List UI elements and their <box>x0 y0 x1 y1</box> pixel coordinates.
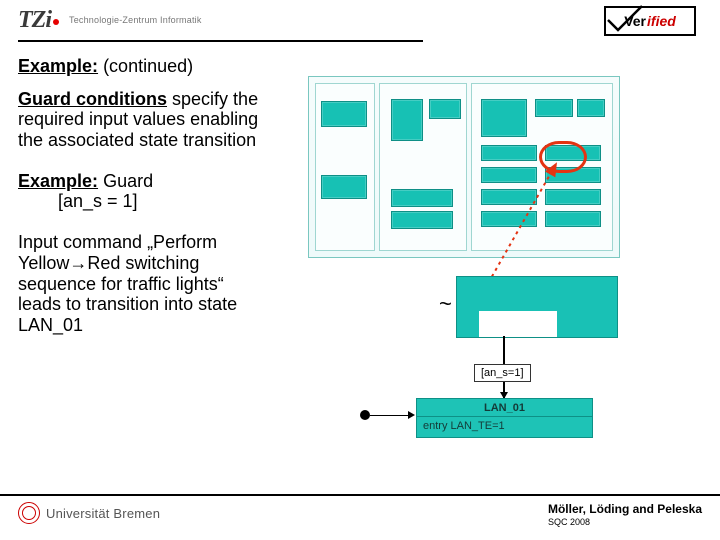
diagram-column: ~ [an_s=1] LAN_01 entry LAN_TE=1 <box>268 56 702 486</box>
example-guard-line: Example: Guard [an_s = 1] <box>18 171 268 212</box>
state-box <box>481 145 537 161</box>
logo-dot-icon <box>53 19 59 25</box>
state-box <box>391 99 423 141</box>
truncation-mark-icon: ~ <box>439 291 452 317</box>
guard-heading: Guard conditions <box>18 89 167 109</box>
tzi-logo: TZi <box>18 7 59 34</box>
verified-badge: Verified <box>604 6 696 36</box>
statechart-detail: ~ [an_s=1] LAN_01 entry LAN_TE=1 <box>298 276 618 451</box>
slide-credits: Möller, Löding and Peleska SQC 2008 <box>548 502 702 527</box>
slide-header: TZi Technologie-Zentrum Informatik Verif… <box>0 0 720 40</box>
state-box <box>481 189 537 205</box>
state-box <box>577 99 605 117</box>
state-box <box>321 101 367 127</box>
university-name: Universität Bremen <box>46 506 160 521</box>
parent-state-box: ~ <box>456 276 618 338</box>
example-continued: (continued) <box>103 56 193 76</box>
initial-state-icon <box>360 410 370 420</box>
slide-footer: Universität Bremen Möller, Löding and Pe… <box>0 494 720 540</box>
state-box <box>545 211 601 227</box>
authors-text: Möller, Löding and Peleska <box>548 502 702 516</box>
lan01-entry-action: entry LAN_TE=1 <box>417 417 592 437</box>
transition-edge <box>370 415 410 417</box>
highlight-circle-icon <box>539 141 587 173</box>
tzi-logo-text: TZi <box>18 7 51 34</box>
state-box <box>321 175 367 199</box>
inner-state-box <box>479 311 557 337</box>
example2-label: Example: <box>18 171 98 191</box>
state-box <box>481 99 527 137</box>
example2-text: Guard <box>103 171 153 191</box>
example-label: Example: <box>18 56 98 76</box>
university-logo: Universität Bremen <box>18 502 160 524</box>
state-box <box>545 189 601 205</box>
arrowhead-icon <box>408 411 415 419</box>
slide-content: Example: (continued) Guard conditions sp… <box>0 42 720 486</box>
venue-text: SQC 2008 <box>548 517 702 527</box>
text-column: Example: (continued) Guard conditions sp… <box>18 56 268 486</box>
state-box <box>535 99 573 117</box>
university-crest-icon <box>18 502 40 524</box>
state-box <box>481 211 537 227</box>
verified-suffix: ified <box>647 13 676 29</box>
input-command-paragraph: Input command „Perform Yellow→Red switch… <box>18 232 268 335</box>
state-box <box>391 211 453 229</box>
statechart-overview <box>308 76 620 258</box>
state-box <box>429 99 461 119</box>
state-box <box>481 167 537 183</box>
tzi-subtitle: Technologie-Zentrum Informatik <box>69 15 202 25</box>
guard-paragraph: Guard conditions specify the required in… <box>18 89 268 151</box>
guard-condition-label: [an_s=1] <box>474 364 531 382</box>
lan01-state-box: LAN_01 entry LAN_TE=1 <box>416 398 593 438</box>
state-box <box>391 189 453 207</box>
guard-expression: [an_s = 1] <box>58 191 138 211</box>
example-heading: Example: (continued) <box>18 56 268 77</box>
lan01-title: LAN_01 <box>417 399 592 417</box>
verified-prefix: Ver <box>624 13 646 29</box>
